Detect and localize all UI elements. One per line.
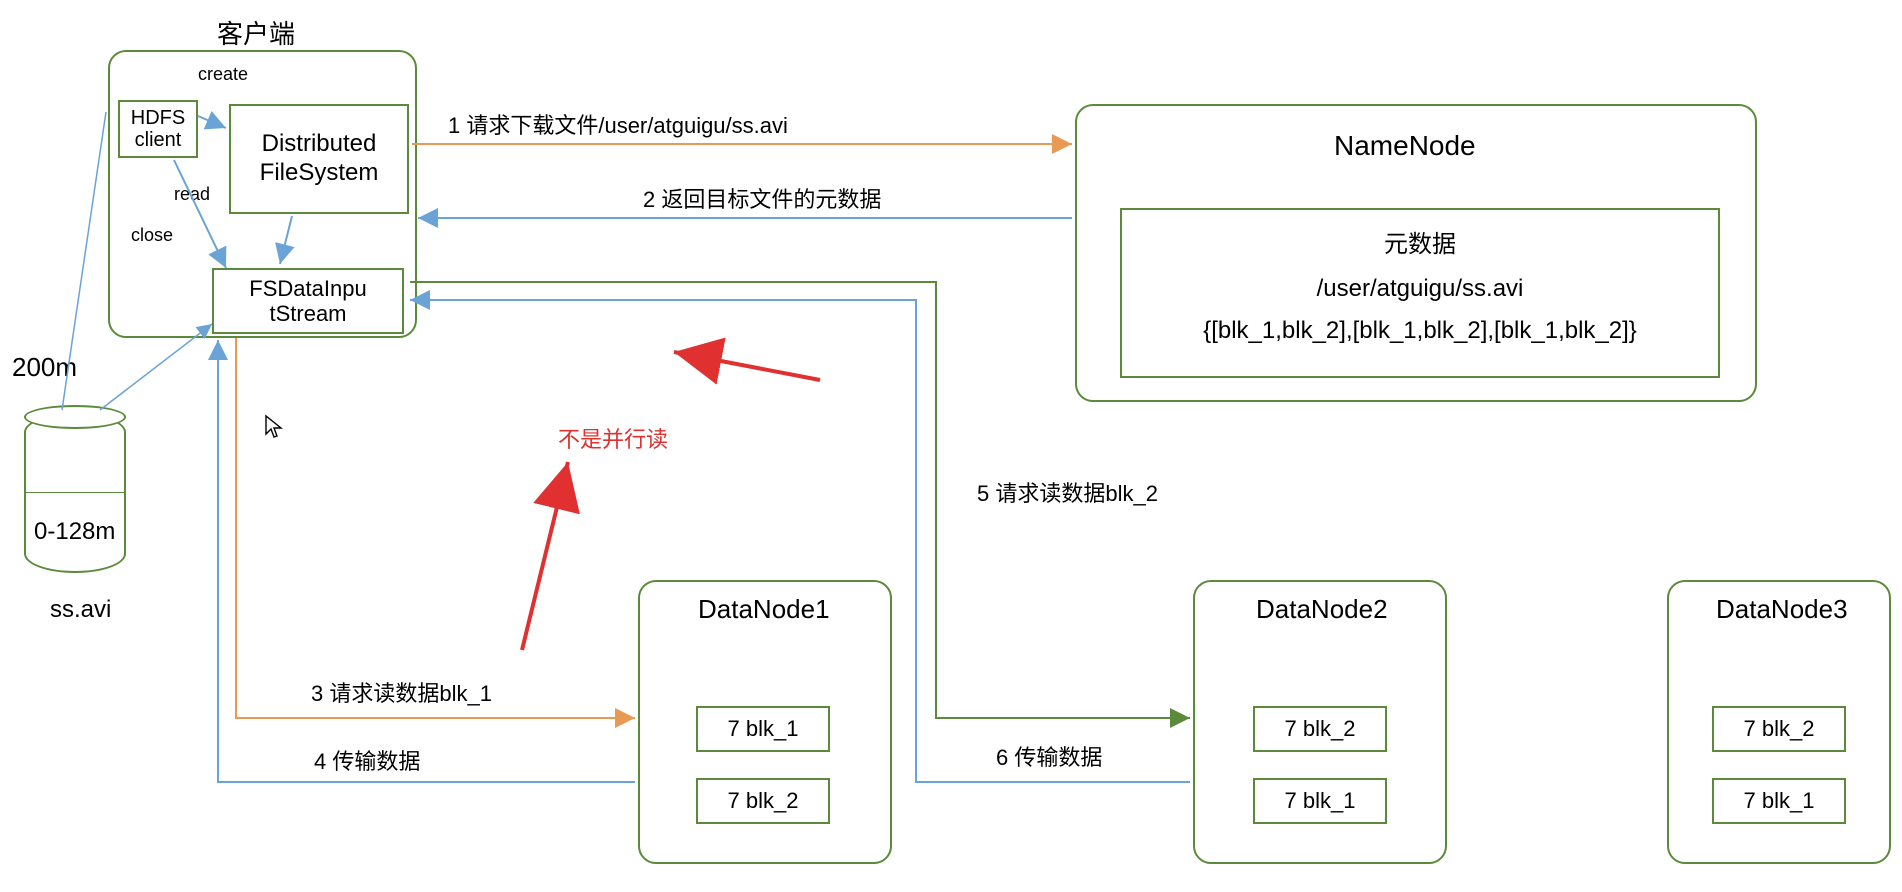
arrow5-label: 5 请求读数据blk_2 xyxy=(977,476,1158,508)
storage-cylinder xyxy=(24,413,126,573)
hdfs-client-box: HDFS client xyxy=(118,100,198,158)
storage-filename: ss.avi xyxy=(50,596,111,624)
datanode2-blk1: 7 blk_2 xyxy=(1253,706,1387,752)
meta-blocks: {[blk_1,blk_2],[blk_1,blk_2],[blk_1,blk_… xyxy=(1122,317,1718,345)
datanode2-blk2: 7 blk_1 xyxy=(1253,778,1387,824)
datanode3-blk1: 7 blk_2 xyxy=(1712,706,1846,752)
arrow6-label: 6 传输数据 xyxy=(996,740,1102,772)
storage-200m: 200m xyxy=(12,352,77,383)
datanode3-blk2: 7 blk_1 xyxy=(1712,778,1846,824)
fs-input-stream-box: FSDataInpu tStream xyxy=(212,268,404,334)
datanode1-blk2: 7 blk_2 xyxy=(696,778,830,824)
arrow1-label: 1 请求下载文件/user/atguigu/ss.avi xyxy=(448,108,788,140)
cylinder-divider xyxy=(24,492,126,493)
read-label: read xyxy=(174,184,210,205)
storage-range: 0-128m xyxy=(34,518,115,546)
not-parallel-annotation: 不是并行读 xyxy=(558,422,668,454)
metadata-box: 元数据 /user/atguigu/ss.avi {[blk_1,blk_2],… xyxy=(1120,208,1720,378)
mouse-cursor-icon xyxy=(264,414,284,445)
meta-title: 元数据 xyxy=(1122,224,1718,259)
namenode-title: NameNode xyxy=(1334,130,1476,162)
meta-path: /user/atguigu/ss.avi xyxy=(1122,275,1718,303)
datanode3-title: DataNode3 xyxy=(1716,594,1848,625)
arrow2-label: 2 返回目标文件的元数据 xyxy=(643,182,881,214)
close-label: close xyxy=(131,225,173,246)
arrow3-label: 3 请求读数据blk_1 xyxy=(311,676,492,708)
distributed-fs-box: Distributed FileSystem xyxy=(229,104,409,214)
datanode1-title: DataNode1 xyxy=(698,594,830,625)
create-label: create xyxy=(198,64,248,85)
client-title: 客户端 xyxy=(217,14,295,51)
arrow4-label: 4 传输数据 xyxy=(314,744,420,776)
datanode1-blk1: 7 blk_1 xyxy=(696,706,830,752)
datanode2-title: DataNode2 xyxy=(1256,594,1388,625)
